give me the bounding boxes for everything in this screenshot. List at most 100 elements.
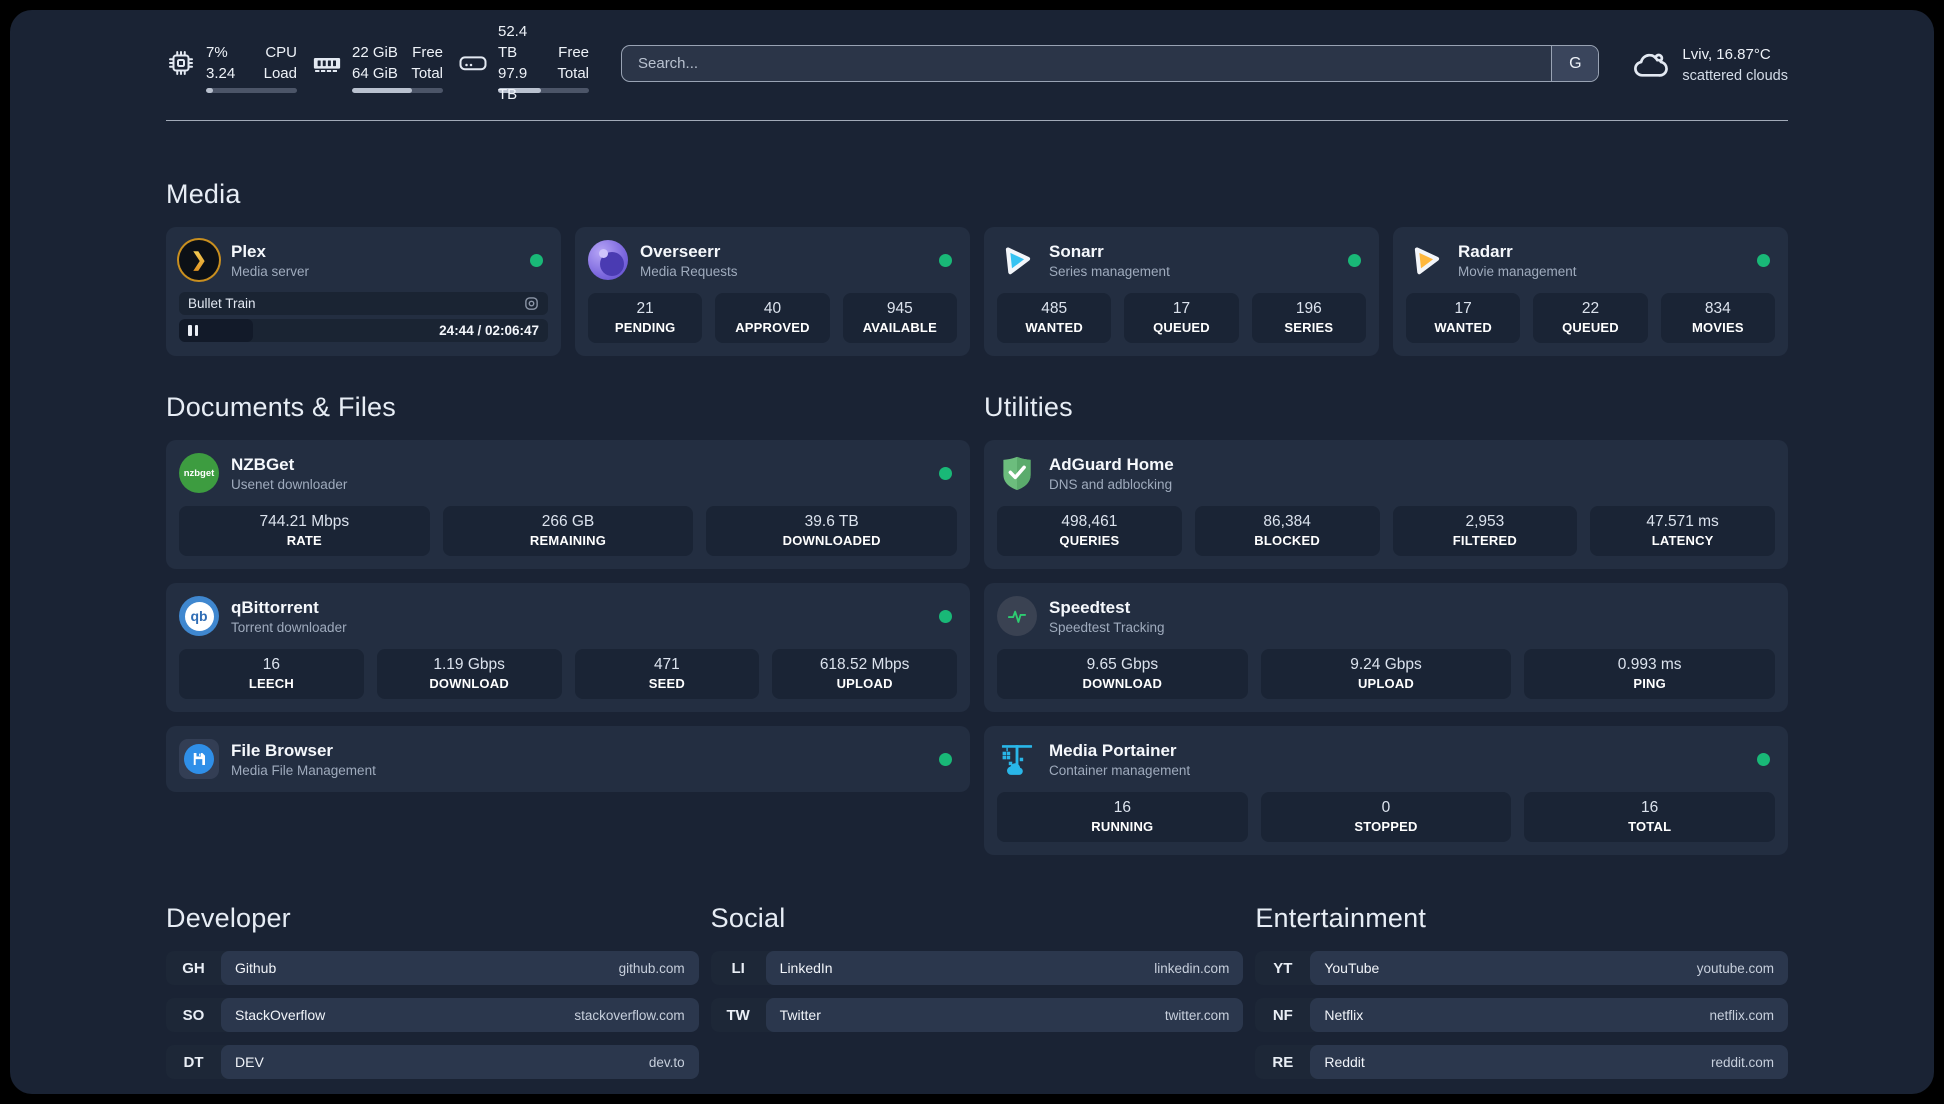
search-engine-button[interactable]: G (1551, 46, 1599, 81)
link-name: YouTube (1324, 960, 1380, 976)
link-name: Netflix (1324, 1007, 1364, 1023)
cast-icon[interactable] (524, 296, 539, 311)
stat-box: 498,461 QUERIES (997, 506, 1182, 556)
stat-box: 17 WANTED (1406, 293, 1521, 343)
app-name: NZBGet (231, 454, 295, 474)
app-desc: Usenet downloader (231, 476, 348, 492)
stat-box: 9.24 Gbps UPLOAD (1260, 649, 1512, 699)
cpu-load-label: Load (263, 65, 297, 82)
header-divider (166, 120, 1788, 121)
app-name: Media Portainer (1049, 740, 1177, 760)
app-card-speedtest[interactable]: Speedtest Speedtest Tracking 9.65 Gbps D… (984, 583, 1788, 712)
link-row-linkedin[interactable]: LI LinkedIn linkedin.com (710, 951, 1244, 985)
link-abbrev: DT (183, 1053, 204, 1071)
stat-box: 16 RUNNING (997, 792, 1248, 842)
filebrowser-icon (179, 739, 219, 779)
stat-box: 9.65 Gbps DOWNLOAD (997, 649, 1248, 699)
stat-box: 16 TOTAL (1524, 792, 1775, 842)
stat-box: 744.21 Mbps RATE (179, 506, 430, 556)
app-card-radarr[interactable]: Radarr Movie management 17 WANTED 22 QUE… (1393, 227, 1788, 356)
now-playing-title: Bullet Train (188, 296, 256, 311)
nzbget-icon: nzbget (179, 453, 219, 493)
link-name: Reddit (1324, 1054, 1365, 1070)
sonarr-icon (997, 240, 1037, 280)
app-name: Plex (231, 241, 266, 261)
cpu-usage: 7% (206, 44, 228, 61)
app-card-sonarr[interactable]: Sonarr Series management 485 WANTED 17 Q… (984, 227, 1379, 356)
app-name: Speedtest (1049, 597, 1131, 617)
storage-total-label: Total (557, 65, 589, 82)
link-row-dev[interactable]: DT DEV dev.to (166, 1045, 699, 1079)
weather-widget: Lviv, 16.87°C scattered clouds (1631, 44, 1788, 87)
link-abbrev: NF (1272, 1006, 1293, 1024)
pause-icon[interactable] (188, 325, 198, 336)
cpu-load: 3.24 (206, 65, 236, 82)
overseerr-icon (588, 240, 628, 280)
app-card-portainer[interactable]: Media Portainer Container management 16 … (984, 726, 1788, 855)
memory-free: 22 GiB (352, 44, 398, 61)
link-name: LinkedIn (779, 960, 833, 976)
memory-total: 64 GiB (352, 65, 398, 82)
link-row-stackoverflow[interactable]: SO StackOverflow stackoverflow.com (166, 998, 699, 1032)
app-name: qBittorrent (231, 597, 319, 617)
memory-free-label: Free (412, 44, 443, 61)
section-social: Social LI LinkedIn linkedin.com TW Twitt… (710, 903, 1244, 1079)
stat-box: 1.19 Gbps DOWNLOAD (376, 649, 562, 699)
app-desc: Media server (231, 263, 310, 279)
status-dot (939, 609, 952, 623)
weather-condition: scattered clouds (1682, 67, 1788, 84)
status-dot (1348, 253, 1361, 267)
playback-progressbar[interactable]: 24:44 / 02:06:47 (179, 319, 548, 342)
stat-box: 22 QUEUED (1533, 293, 1648, 343)
radarr-icon (1406, 240, 1446, 280)
link-row-twitter[interactable]: TW Twitter twitter.com (710, 998, 1244, 1032)
portainer-icon (997, 739, 1037, 779)
memory-progressbar (352, 88, 443, 93)
cpu-progressbar (206, 88, 297, 93)
status-dot (939, 752, 952, 766)
stat-box: 16 LEECH (179, 649, 364, 699)
app-card-filebrowser[interactable]: File Browser Media File Management (166, 726, 970, 792)
section-utilities: Utilities AdGuard Home DNS and adblockin… (984, 356, 1788, 855)
link-row-netflix[interactable]: NF Netflix netflix.com (1255, 998, 1788, 1032)
hard-drive-icon (458, 48, 488, 78)
section-title-social: Social (710, 903, 786, 933)
qbittorrent-icon: qb (179, 596, 219, 636)
app-card-plex[interactable]: ❯ Plex Media server Bullet Train 24:44 /… (166, 227, 561, 356)
app-desc: Container management (1049, 762, 1191, 778)
adguard-icon (997, 453, 1037, 493)
app-card-adguard[interactable]: AdGuard Home DNS and adblocking 498,461 … (984, 440, 1788, 569)
storage-stat: 52.4 TB 97.9 TB Free Total (458, 23, 589, 103)
dashboard: 7% 3.24 CPU Load 22 GiB 64 GiB Free Tota… (10, 10, 1934, 1094)
ram-icon (312, 48, 342, 78)
stat-box: 86,384 BLOCKED (1194, 506, 1380, 556)
link-url: github.com (618, 960, 685, 976)
link-url: dev.to (648, 1054, 685, 1070)
app-desc: Series management (1049, 263, 1170, 279)
status-dot (1757, 253, 1770, 267)
link-url: stackoverflow.com (574, 1007, 685, 1023)
memory-total-label: Total (411, 65, 443, 82)
section-title-entertainment: Entertainment (1255, 903, 1427, 933)
cpu-label: CPU (265, 44, 297, 61)
cloud-icon (1631, 46, 1669, 84)
search-bar: G (621, 45, 1600, 82)
stat-box: 834 MOVIES (1660, 293, 1775, 343)
app-desc: Speedtest Tracking (1049, 619, 1165, 635)
link-row-reddit[interactable]: RE Reddit reddit.com (1255, 1045, 1788, 1079)
link-url: twitter.com (1164, 1007, 1230, 1023)
link-name: Twitter (779, 1007, 821, 1023)
status-dot (1757, 752, 1770, 766)
memory-stat: 22 GiB 64 GiB Free Total (312, 42, 443, 93)
link-row-youtube[interactable]: YT YouTube youtube.com (1255, 951, 1788, 985)
link-url: youtube.com (1696, 960, 1774, 976)
search-input[interactable] (622, 46, 1552, 81)
storage-total: 97.9 TB (498, 65, 528, 103)
app-name: Overseerr (640, 241, 721, 261)
app-card-qbittorrent[interactable]: qb qBittorrent Torrent downloader 16 LEE… (166, 583, 970, 712)
app-card-overseerr[interactable]: Overseerr Media Requests 21 PENDING 40 A… (575, 227, 970, 356)
link-row-github[interactable]: GH Github github.com (166, 951, 699, 985)
cpu-progress-fill (206, 88, 214, 93)
app-card-nzbget[interactable]: nzbget NZBGet Usenet downloader 744.21 M… (166, 440, 970, 569)
system-stats: 7% 3.24 CPU Load 22 GiB 64 GiB Free Tota… (166, 23, 589, 103)
